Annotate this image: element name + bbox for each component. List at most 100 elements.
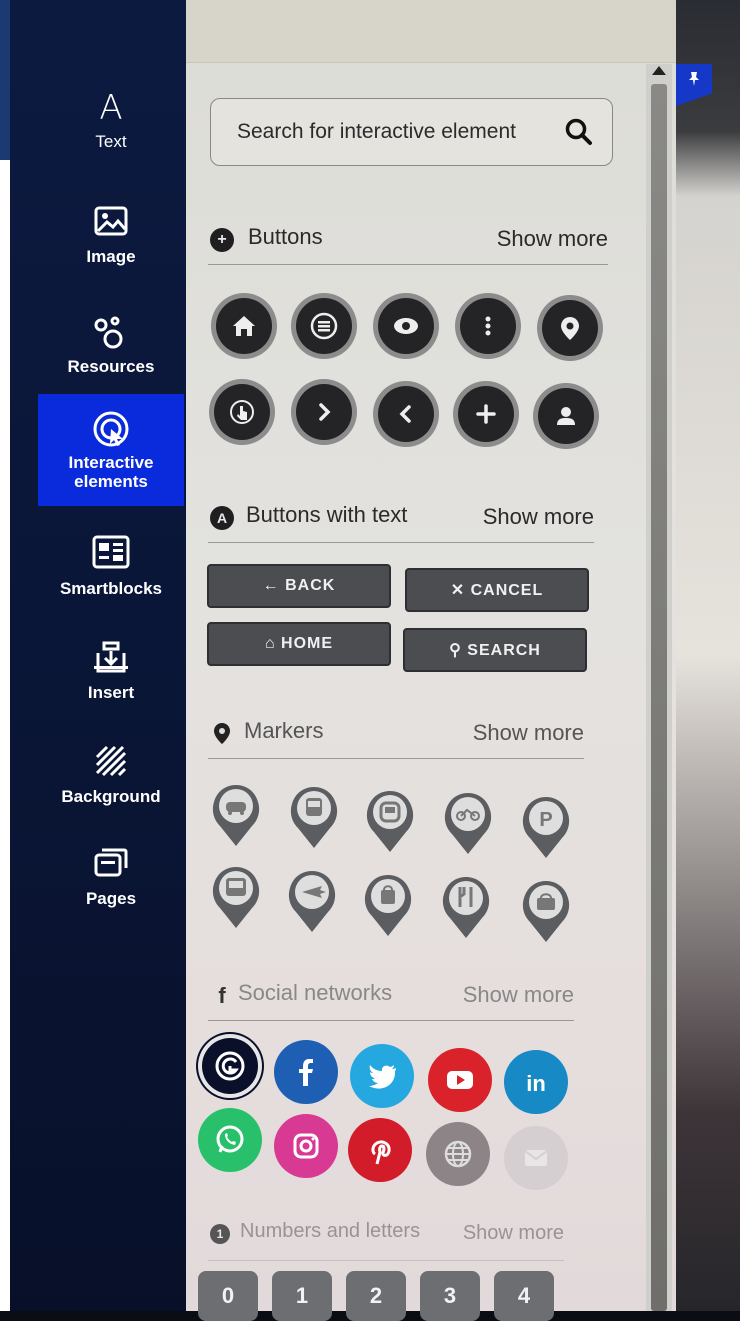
instagram-link[interactable] [274,1114,338,1178]
show-more-link[interactable]: Show more [463,982,574,1008]
menu-button[interactable] [296,298,352,354]
sidebar-item-smartblocks[interactable]: Smartblocks [38,512,184,620]
sidebar-item-background[interactable]: Background [38,720,184,828]
chevron-right-icon [319,403,331,421]
add-button[interactable] [458,386,514,442]
back-button[interactable]: ← BACK [207,564,391,608]
sidebar-item-insert[interactable]: Insert [38,616,184,724]
shopping-bag-icon [364,875,412,936]
more-options-button[interactable] [460,298,516,354]
section-header-numbers-and-letters: 1 Numbers and letters Show more [208,1218,564,1261]
pages-icon [93,845,129,885]
location-button[interactable] [542,300,598,356]
pinterest-icon [371,1140,391,1165]
svg-text:in: in [526,1071,546,1096]
sidebar-item-label: Resources [67,356,155,376]
web-globe-icon [444,1140,472,1168]
menu-icon [310,312,338,340]
restaurant-icon [442,877,490,938]
plus-icon [476,404,496,424]
section-title: Social networks [238,980,393,1005]
sidebar-item-label: Image [86,246,136,266]
pinterest-link[interactable] [348,1118,412,1182]
plane-marker[interactable] [286,868,338,934]
shopping-bag-marker[interactable] [362,872,414,938]
search-box[interactable] [210,98,613,166]
email-link[interactable] [504,1126,568,1190]
sidebar-item-interactive-elements[interactable]: Interactive elements [38,394,184,506]
twitter-icon [369,1065,396,1089]
section-header-markers: Markers Show more [208,716,584,759]
home-button[interactable] [216,298,272,354]
sidebar-item-image[interactable]: Image [38,180,184,288]
number-tile-1[interactable]: 1 [272,1271,332,1321]
section-title: Markers [244,718,324,743]
scrollbar-thumb[interactable] [651,84,667,1311]
sidebar-item-label: Insert [87,682,135,702]
bicycle-marker[interactable] [442,790,494,856]
section-header-buttons: + Buttons Show more [208,222,608,265]
panel-top-bar [186,0,676,63]
chevron-left-icon [399,405,411,423]
cancel-button[interactable]: ✕ CANCEL [405,568,589,612]
more-vertical-icon [485,316,491,336]
number-tile-4[interactable]: 4 [494,1271,554,1321]
search-input[interactable] [235,119,569,145]
youtube-link[interactable] [428,1048,492,1112]
view-button[interactable] [378,298,434,354]
home-text-button[interactable]: ⌂ HOME [207,622,391,666]
eye-icon [394,318,418,334]
number-circle-icon: 1 [210,1224,230,1244]
number-tile-0[interactable]: 0 [198,1271,258,1321]
smartblocks-icon [92,535,130,575]
sidebar-item-label: Background [61,786,161,806]
sidebar-item-label: Text [95,131,127,151]
next-button[interactable] [296,384,352,440]
number-tile-2[interactable]: 2 [346,1271,406,1321]
number-tile-3[interactable]: 3 [420,1271,480,1321]
show-more-link[interactable]: Show more [473,720,584,746]
pointer-hand-icon [230,400,254,424]
pointer-button[interactable] [214,384,270,440]
location-pin-icon [561,317,579,340]
show-more-link[interactable]: Show more [497,226,608,252]
user-button[interactable] [538,388,594,444]
parking-icon: P [522,797,570,858]
car-icon [212,785,260,846]
car-marker[interactable] [210,782,262,848]
facebook-link[interactable] [274,1040,338,1104]
insert-icon [92,639,130,679]
restaurant-marker[interactable] [440,874,492,940]
parking-marker[interactable]: P [520,794,572,860]
sidebar-item-text[interactable]: A Text [38,65,184,173]
show-more-link[interactable]: Show more [463,1222,564,1245]
train-marker[interactable] [288,784,340,850]
genially-link[interactable] [198,1034,262,1098]
bus-icon [212,867,260,928]
background-icon [93,743,129,783]
shop-marker[interactable] [520,878,572,944]
section-header-social-networks: f Social networks Show more [208,978,574,1021]
search-icon[interactable] [564,117,594,147]
twitter-link[interactable] [350,1044,414,1108]
sidebar-item-label: Interactive elements [68,453,154,491]
email-icon [524,1150,548,1166]
show-more-link[interactable]: Show more [483,504,594,530]
whatsapp-link[interactable] [198,1108,262,1172]
scroll-up-arrow-icon[interactable] [652,66,666,75]
bus-marker[interactable] [210,864,262,930]
linkedin-icon: in [526,1071,546,1096]
linkedin-link[interactable]: in [504,1050,568,1114]
sidebar-item-label: Pages [85,888,137,908]
previous-button[interactable] [378,386,434,442]
metro-marker[interactable] [364,788,416,854]
section-title: Buttons [248,224,323,249]
search-text-button[interactable]: ⚲ SEARCH [403,628,587,672]
genially-icon [215,1051,245,1081]
sidebar-item-pages[interactable]: Pages [38,822,184,930]
web-globe-link[interactable] [426,1122,490,1186]
sidebar-item-label: Smartblocks [59,578,163,598]
sidebar-item-resources[interactable]: Resources [38,290,184,398]
interactive-elements-icon [91,409,131,449]
left-edge-accent [0,0,10,160]
